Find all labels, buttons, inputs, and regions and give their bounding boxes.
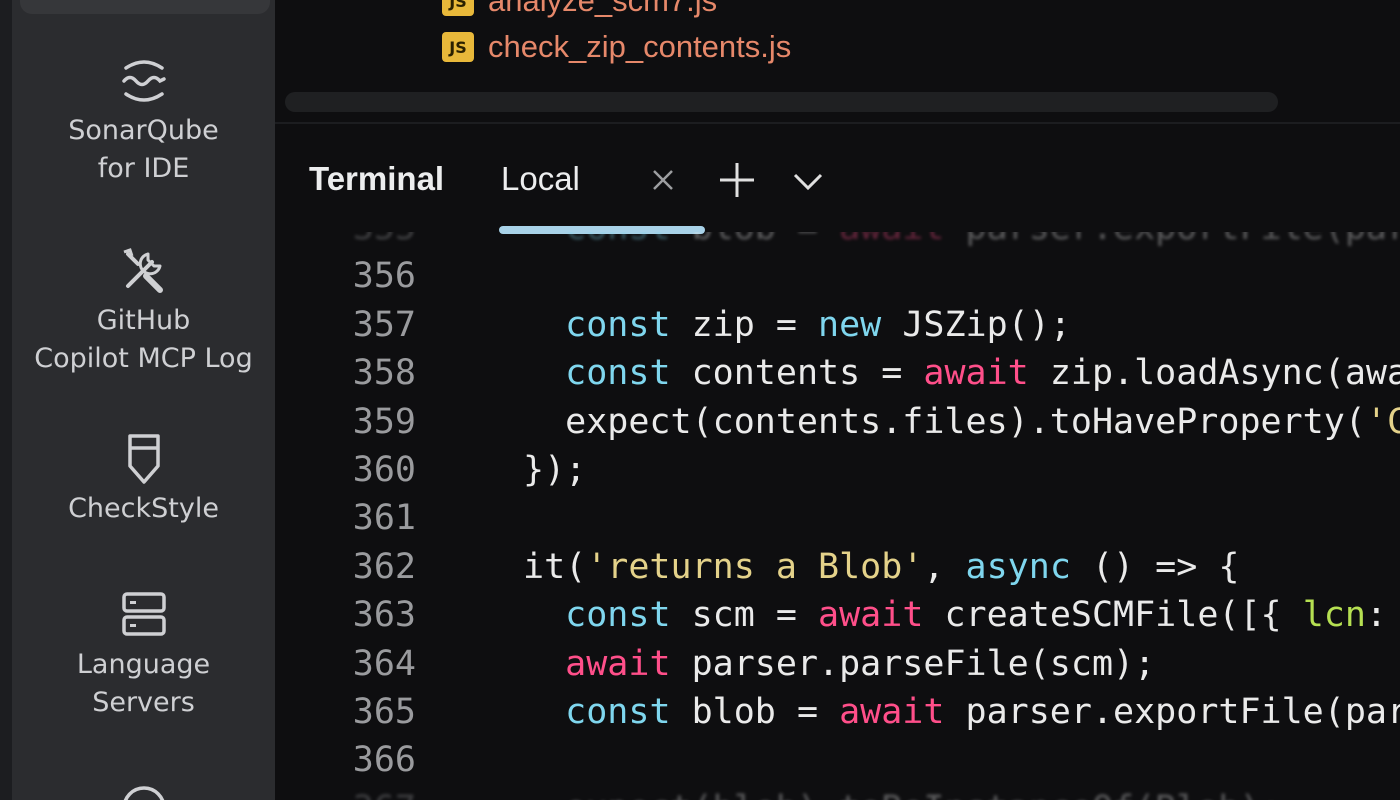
line-number: 360: [352, 450, 416, 490]
code-text: const scm = await createSCMFile([{ lcn:: [565, 595, 1387, 636]
gauge-icon: [123, 786, 164, 800]
javascript-file-icon: JS: [442, 0, 474, 16]
code-line: 364 await parser.parseFile(scm);: [275, 640, 1400, 688]
sidebar-item-label: Language: [76, 649, 211, 680]
main-area: JS analyze_scm7.js JS check_zip_contents…: [275, 0, 1400, 800]
code-text: expect(blob).toBeInstanceOf(Blob);: [523, 785, 1281, 800]
sonarqube-icon: [121, 60, 166, 102]
terminal-code-view[interactable]: 355 const blob = await parser.exportFile…: [275, 232, 1400, 800]
code-line: 367 expect(blob).toBeInstanceOf(Blob);: [275, 785, 1400, 800]
checkstyle-icon: [127, 434, 160, 484]
code-line: 366: [275, 736, 1400, 784]
code-text: expect(contents.files).toHaveProperty('C: [523, 401, 1400, 442]
code-line: 365 const blob = await parser.exportFile…: [275, 688, 1400, 736]
terminal-header: Terminal Local: [275, 130, 1400, 234]
line-number: 363: [352, 595, 416, 636]
code-text: const blob = await parser.exportFile(par: [565, 692, 1400, 732]
code-line: 356: [275, 252, 1400, 300]
code-line: 358 const contents = await zip.loadAsync…: [275, 349, 1400, 397]
sidebar-item-next[interactable]: [12, 778, 275, 800]
sidebar-item-label: for IDE: [97, 153, 190, 184]
code-text: const zip = new JSZip();: [565, 304, 1071, 345]
server-icon: [121, 592, 166, 636]
file-item[interactable]: JS analyze_scm7.js: [442, 0, 717, 18]
sidebar-item-label: SonarQube: [68, 115, 219, 146]
tools-icon: [123, 248, 163, 293]
code-line: 362 it('returns a Blob', async () => {: [275, 543, 1400, 591]
line-number: 361: [352, 498, 416, 539]
code-line: 363 const scm = await createSCMFile([{ l…: [275, 591, 1400, 639]
sidebar-item-label: Servers: [92, 687, 195, 718]
sidebar-item-checkstyle[interactable]: CheckStyle: [12, 432, 275, 528]
file-name: check_zip_contents.js: [488, 29, 792, 64]
chevron-down-icon[interactable]: [791, 166, 825, 196]
horizontal-scrollbar[interactable]: [285, 92, 1278, 112]
sidebar-item-github-copilot-mcp-log[interactable]: GitHub Copilot MCP Log: [12, 244, 275, 378]
line-number: 362: [352, 546, 416, 587]
line-number: 364: [352, 643, 416, 684]
sidebar-edge: [0, 0, 12, 800]
sidebar-item-sonarqube[interactable]: SonarQube for IDE: [12, 54, 275, 188]
code-line: 359 expect(contents.files).toHavePropert…: [275, 398, 1400, 446]
javascript-file-icon: JS: [442, 32, 474, 62]
code-line: 360});: [275, 446, 1400, 494]
line-number: 365: [352, 692, 416, 732]
tab-local[interactable]: Local: [501, 160, 580, 198]
line-number: 356: [352, 256, 416, 297]
line-number: 366: [352, 740, 416, 781]
panel-divider[interactable]: [275, 122, 1400, 124]
terminal-title: Terminal: [309, 160, 445, 197]
tool-window-sidebar: SonarQube for IDE GitHub Copilot MCP Log…: [0, 0, 275, 800]
code-line: 361: [275, 494, 1400, 542]
file-item[interactable]: JS check_zip_contents.js: [442, 29, 792, 64]
line-number: 359: [352, 401, 416, 442]
file-name: analyze_scm7.js: [488, 0, 718, 18]
code-line: 357 const zip = new JSZip();: [275, 301, 1400, 349]
code-text: await parser.parseFile(scm);: [565, 643, 1156, 684]
code-text: const contents = await zip.loadAsync(awa: [565, 353, 1400, 394]
line-number: 358: [352, 353, 416, 394]
line-number: 367: [296, 785, 416, 800]
code-text: const blob = await parser.exportFile(par: [523, 232, 1400, 252]
sidebar-item-label: Copilot MCP Log: [34, 343, 253, 374]
code-text: it('returns a Blob', async () => {: [523, 546, 1240, 587]
code-text: });: [523, 450, 587, 490]
sidebar-item-language-servers[interactable]: Language Servers: [12, 588, 275, 722]
sidebar-item-label: GitHub: [96, 305, 191, 336]
line-number: 357: [352, 304, 416, 345]
code-line: 355 const blob = await parser.exportFile…: [275, 232, 1400, 252]
sidebar-item-label: CheckStyle: [68, 493, 219, 524]
add-icon[interactable]: [717, 160, 757, 200]
close-icon[interactable]: [649, 166, 677, 194]
line-number: 355: [296, 232, 416, 252]
sidebar-top-item[interactable]: [20, 0, 270, 14]
project-file-list: JS analyze_scm7.js JS check_zip_contents…: [275, 0, 1400, 120]
